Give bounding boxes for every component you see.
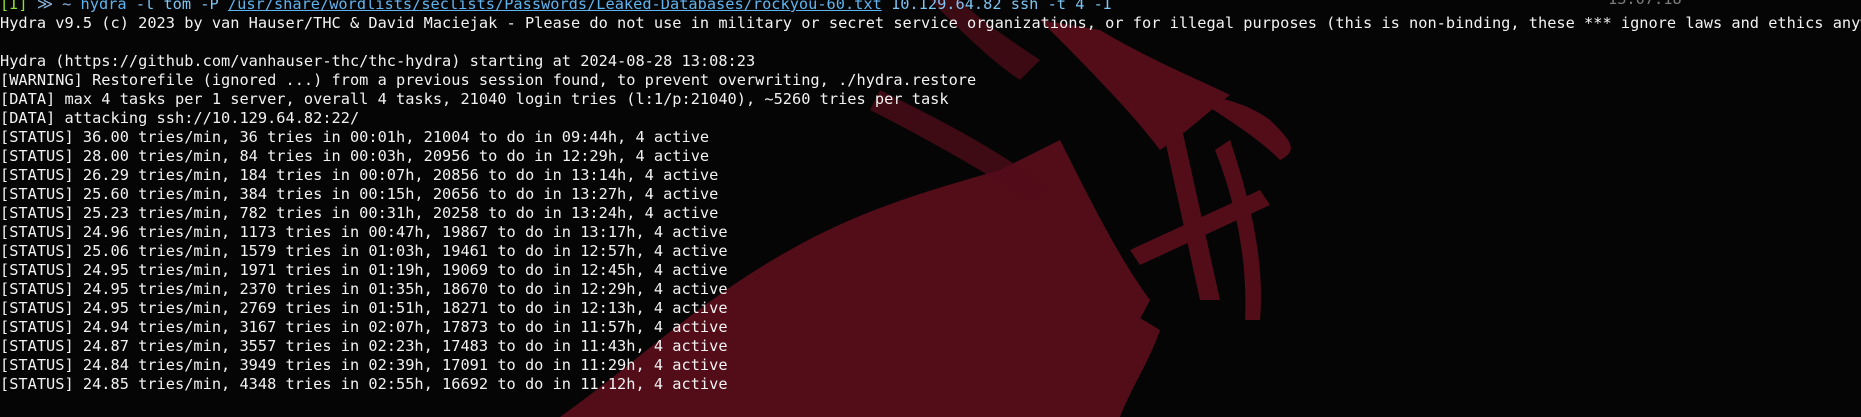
prompt-clock: 13:07:18	[1608, 0, 1682, 9]
status-line: [STATUS] 24.95 tries/min, 2370 tries in …	[0, 280, 728, 298]
data-attack-line: [DATA] attacking ssh://10.129.64.82:22/	[0, 109, 360, 127]
prompt-directory: ~	[62, 0, 72, 13]
hydra-start-line: Hydra (https://github.com/vanhauser-thc/…	[0, 52, 756, 70]
command-args-before: -l tom -P	[135, 0, 219, 13]
command-prompt-line: [I] ≫ ~ hydra -l tom -P /usr/share/wordl…	[0, 0, 1861, 14]
status-line: [STATUS] 25.23 tries/min, 782 tries in 0…	[0, 204, 719, 222]
status-line: [STATUS] 28.00 tries/min, 84 tries in 00…	[0, 147, 710, 165]
status-line: [STATUS] 24.94 tries/min, 3167 tries in …	[0, 318, 728, 336]
warning-line: [WARNING] Restorefile (ignored ...) from…	[0, 71, 977, 89]
hydra-banner: Hydra v9.5 (c) 2023 by van Hauser/THC & …	[0, 14, 1861, 32]
data-tasks-line: [DATA] max 4 tasks per 1 server, overall…	[0, 90, 949, 108]
prompt-mode-indicator: [I]	[0, 0, 28, 13]
wordlist-path-link[interactable]: /usr/share/wordlists/seclists/Passwords/…	[228, 0, 882, 13]
status-line: [STATUS] 36.00 tries/min, 36 tries in 00…	[0, 128, 710, 146]
command-args-after: 10.129.64.82 ssh -t 4 -I	[891, 0, 1113, 13]
status-line: [STATUS] 24.84 tries/min, 3949 tries in …	[0, 356, 728, 374]
prompt-arrow-icon: ≫	[36, 0, 53, 13]
status-line: [STATUS] 24.85 tries/min, 4348 tries in …	[0, 375, 728, 393]
status-line: [STATUS] 24.95 tries/min, 2769 tries in …	[0, 299, 728, 317]
status-line: [STATUS] 26.29 tries/min, 184 tries in 0…	[0, 166, 719, 184]
command-name: hydra	[80, 0, 127, 13]
status-line: [STATUS] 25.06 tries/min, 1579 tries in …	[0, 242, 728, 260]
status-line: [STATUS] 24.87 tries/min, 3557 tries in …	[0, 337, 728, 355]
status-line: [STATUS] 24.95 tries/min, 1971 tries in …	[0, 261, 728, 279]
status-line: [STATUS] 25.60 tries/min, 384 tries in 0…	[0, 185, 719, 203]
status-line: [STATUS] 24.96 tries/min, 1173 tries in …	[0, 223, 728, 241]
terminal-output: [I] ≫ ~ hydra -l tom -P /usr/share/wordl…	[0, 0, 1861, 394]
